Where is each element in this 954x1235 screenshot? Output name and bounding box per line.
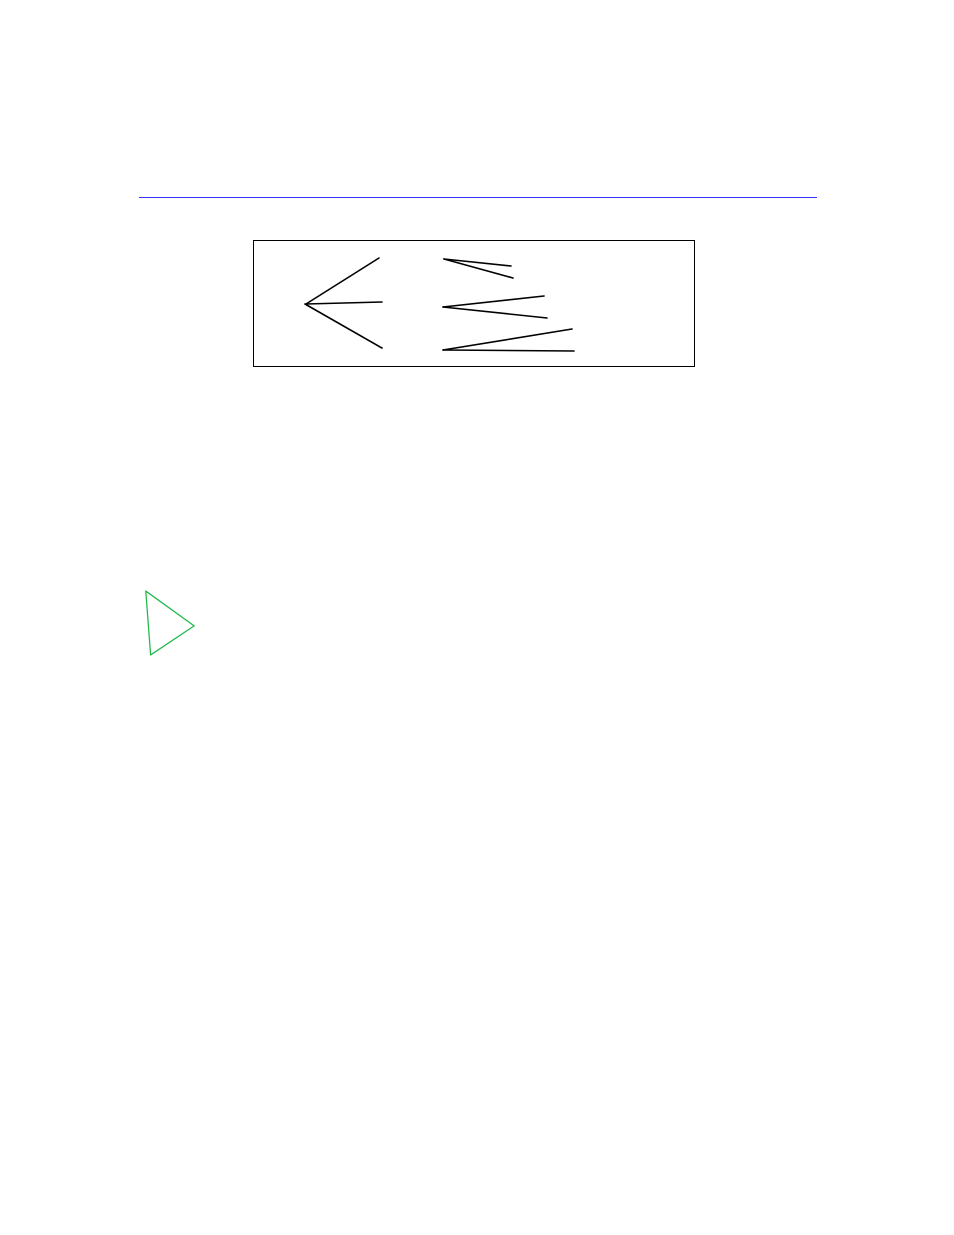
section-rule: [139, 197, 817, 198]
figure-frame: [253, 240, 695, 367]
triangle-icon: [139, 588, 199, 658]
figure-diagram: [254, 241, 696, 368]
